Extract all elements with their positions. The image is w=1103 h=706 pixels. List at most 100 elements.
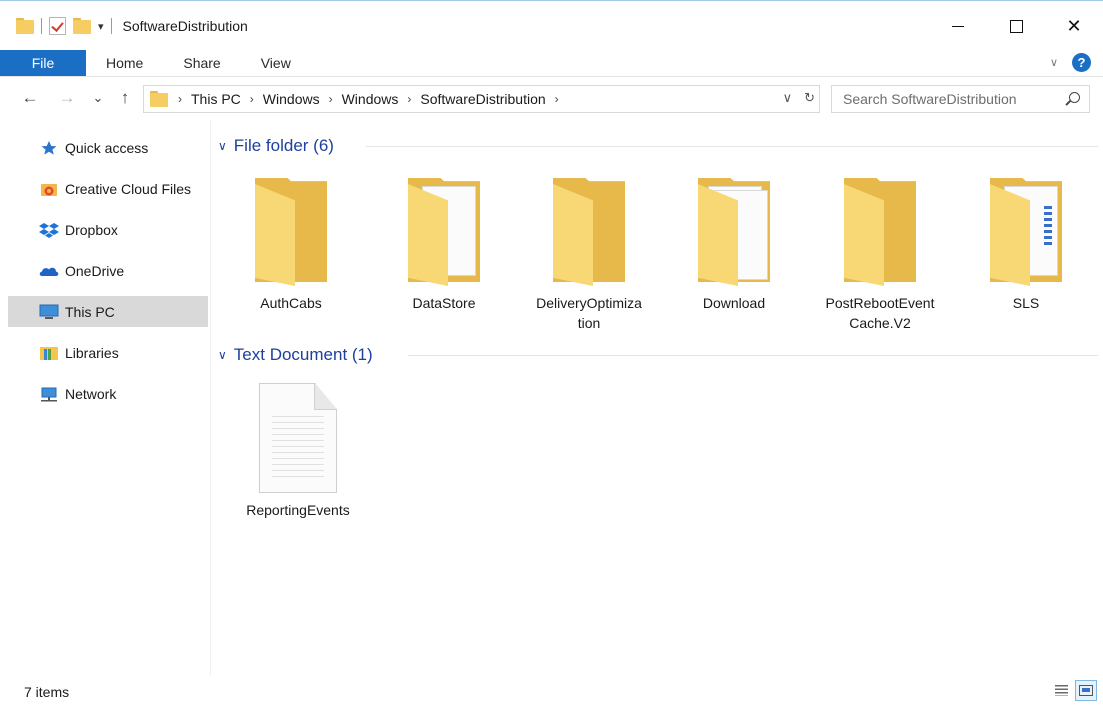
details-view-button[interactable] [1050, 680, 1072, 701]
file-item-postrebooteventcache[interactable]: PostRebootEvent Cache.V2 [810, 178, 950, 333]
group-header-text-document[interactable]: ∨ Text Document (1) [218, 343, 373, 367]
minimize-icon [952, 25, 964, 27]
sidebar-item-dropbox[interactable]: Dropbox [8, 214, 208, 245]
folder-with-document-icon [990, 178, 1062, 286]
folder-icon [844, 178, 916, 286]
sidebar-item-quick-access[interactable]: Quick access [8, 132, 208, 163]
file-name-line-1: DeliveryOptimiza [536, 295, 642, 311]
sidebar-item-label: This PC [65, 303, 115, 320]
sidebar-item-label: Network [65, 385, 117, 402]
computer-icon [39, 304, 59, 319]
window-title: SoftwareDistribution [122, 18, 248, 34]
creative-cloud-icon [41, 184, 57, 196]
breadcrumb-separator[interactable]: › [250, 92, 254, 106]
back-button[interactable]: ← [18, 87, 42, 109]
ribbon-right-controls: ∨ ? [1050, 53, 1091, 72]
onedrive-icon [39, 267, 59, 276]
properties-icon[interactable] [49, 17, 66, 35]
group-title: Text Document (1) [233, 345, 373, 364]
navigation-bar: ← → ⌄ ↑ › This PC › Windows › Windows › … [0, 76, 1103, 120]
close-button[interactable]: ✕ [1045, 1, 1103, 51]
file-item-reportingevents[interactable]: ReportingEvents [228, 383, 368, 520]
breadcrumb-this-pc[interactable]: This PC [191, 91, 241, 107]
search-icon[interactable] [1069, 92, 1080, 103]
file-item-deliveryoptimization[interactable]: DeliveryOptimiza tion [519, 178, 659, 333]
help-icon[interactable]: ? [1072, 53, 1091, 72]
file-item-authcabs[interactable]: AuthCabs [221, 178, 361, 313]
refresh-icon[interactable]: ↻ [804, 90, 815, 106]
address-bar-controls: ∨ ↻ [783, 90, 815, 106]
ribbon-tabs: File Home Share View ∨ ? [0, 50, 1103, 76]
folder-icon [150, 90, 168, 108]
file-name: ReportingEvents [246, 502, 350, 518]
star-icon [41, 141, 57, 155]
tab-file[interactable]: File [0, 50, 86, 76]
sidebar-item-libraries[interactable]: Libraries [8, 337, 208, 368]
tab-home[interactable]: Home [86, 50, 163, 76]
breadcrumb-windows[interactable]: Windows [263, 91, 320, 107]
file-item-download[interactable]: Download [664, 178, 804, 313]
libraries-icon [40, 347, 58, 360]
sidebar-item-label: Libraries [65, 344, 119, 361]
view-switcher [1050, 680, 1097, 701]
up-button[interactable]: ↑ [114, 87, 136, 109]
folder-icon [255, 178, 327, 286]
divider [110, 18, 112, 34]
sidebar-item-this-pc[interactable]: This PC [8, 296, 208, 327]
group-title: File folder (6) [233, 136, 334, 155]
breadcrumb-windows-2[interactable]: Windows [342, 91, 399, 107]
sidebar-item-label: OneDrive [65, 262, 125, 279]
tab-view[interactable]: View [241, 50, 311, 76]
details-view-icon [1054, 685, 1068, 696]
new-folder-icon[interactable] [73, 17, 91, 35]
large-icons-view-icon [1079, 685, 1093, 696]
search-placeholder: Search SoftwareDistribution [843, 91, 1017, 107]
address-bar[interactable]: › This PC › Windows › Windows › Software… [143, 85, 820, 113]
navigation-pane: Quick access Creative Cloud Files Dropbo… [0, 120, 211, 676]
folder-icon [553, 178, 625, 286]
customize-toolbar-icon[interactable]: ▾ [98, 20, 104, 33]
sidebar-item-label: Quick access [65, 139, 149, 156]
breadcrumb-softwaredistribution[interactable]: SoftwareDistribution [420, 91, 545, 107]
group-header-file-folder[interactable]: ∨ File folder (6) [218, 134, 334, 158]
quick-access-toolbar: ▾ SoftwareDistribution [16, 15, 248, 37]
title-bar: ▾ SoftwareDistribution ✕ [0, 0, 1103, 50]
breadcrumb-separator[interactable]: › [407, 92, 411, 106]
breadcrumb-separator[interactable]: › [178, 92, 182, 106]
sidebar-item-label: Dropbox [65, 221, 118, 238]
file-item-datastore[interactable]: DataStore [374, 178, 514, 313]
text-document-icon [259, 383, 337, 493]
divider [41, 18, 42, 34]
divider [408, 355, 1098, 356]
forward-button[interactable]: → [56, 87, 78, 109]
file-item-sls[interactable]: SLS [956, 178, 1096, 313]
sidebar-item-network[interactable]: Network [8, 378, 208, 409]
chevron-down-icon: ∨ [218, 139, 227, 153]
file-name: AuthCabs [260, 295, 322, 311]
status-bar: 7 items [0, 676, 1103, 706]
minimize-button[interactable] [929, 1, 987, 51]
maximize-button[interactable] [987, 1, 1045, 51]
folder-icon[interactable] [16, 17, 34, 35]
dropbox-icon [39, 223, 59, 238]
sidebar-item-label: Creative Cloud Files [65, 180, 192, 197]
expand-ribbon-icon[interactable]: ∨ [1050, 56, 1058, 69]
chevron-down-icon: ∨ [218, 348, 227, 362]
close-icon: ✕ [1066, 15, 1082, 36]
search-input[interactable]: Search SoftwareDistribution [831, 85, 1090, 113]
file-name-line-2: Cache.V2 [849, 315, 911, 331]
recent-locations-button[interactable]: ⌄ [90, 87, 106, 109]
address-dropdown-icon[interactable]: ∨ [783, 90, 793, 106]
breadcrumb-separator[interactable]: › [329, 92, 333, 106]
window-controls: ✕ [929, 1, 1103, 51]
file-name: DataStore [412, 295, 476, 311]
file-name-line-2: tion [577, 315, 601, 331]
sidebar-item-creative-cloud-files[interactable]: Creative Cloud Files [8, 173, 208, 204]
divider [366, 146, 1098, 147]
large-icons-view-button[interactable] [1075, 680, 1097, 701]
tab-share[interactable]: Share [163, 50, 240, 76]
sidebar-item-onedrive[interactable]: OneDrive [8, 255, 208, 286]
breadcrumb-separator[interactable]: › [555, 92, 559, 106]
maximize-icon [1009, 19, 1023, 33]
folder-with-documents-icon [698, 178, 770, 286]
